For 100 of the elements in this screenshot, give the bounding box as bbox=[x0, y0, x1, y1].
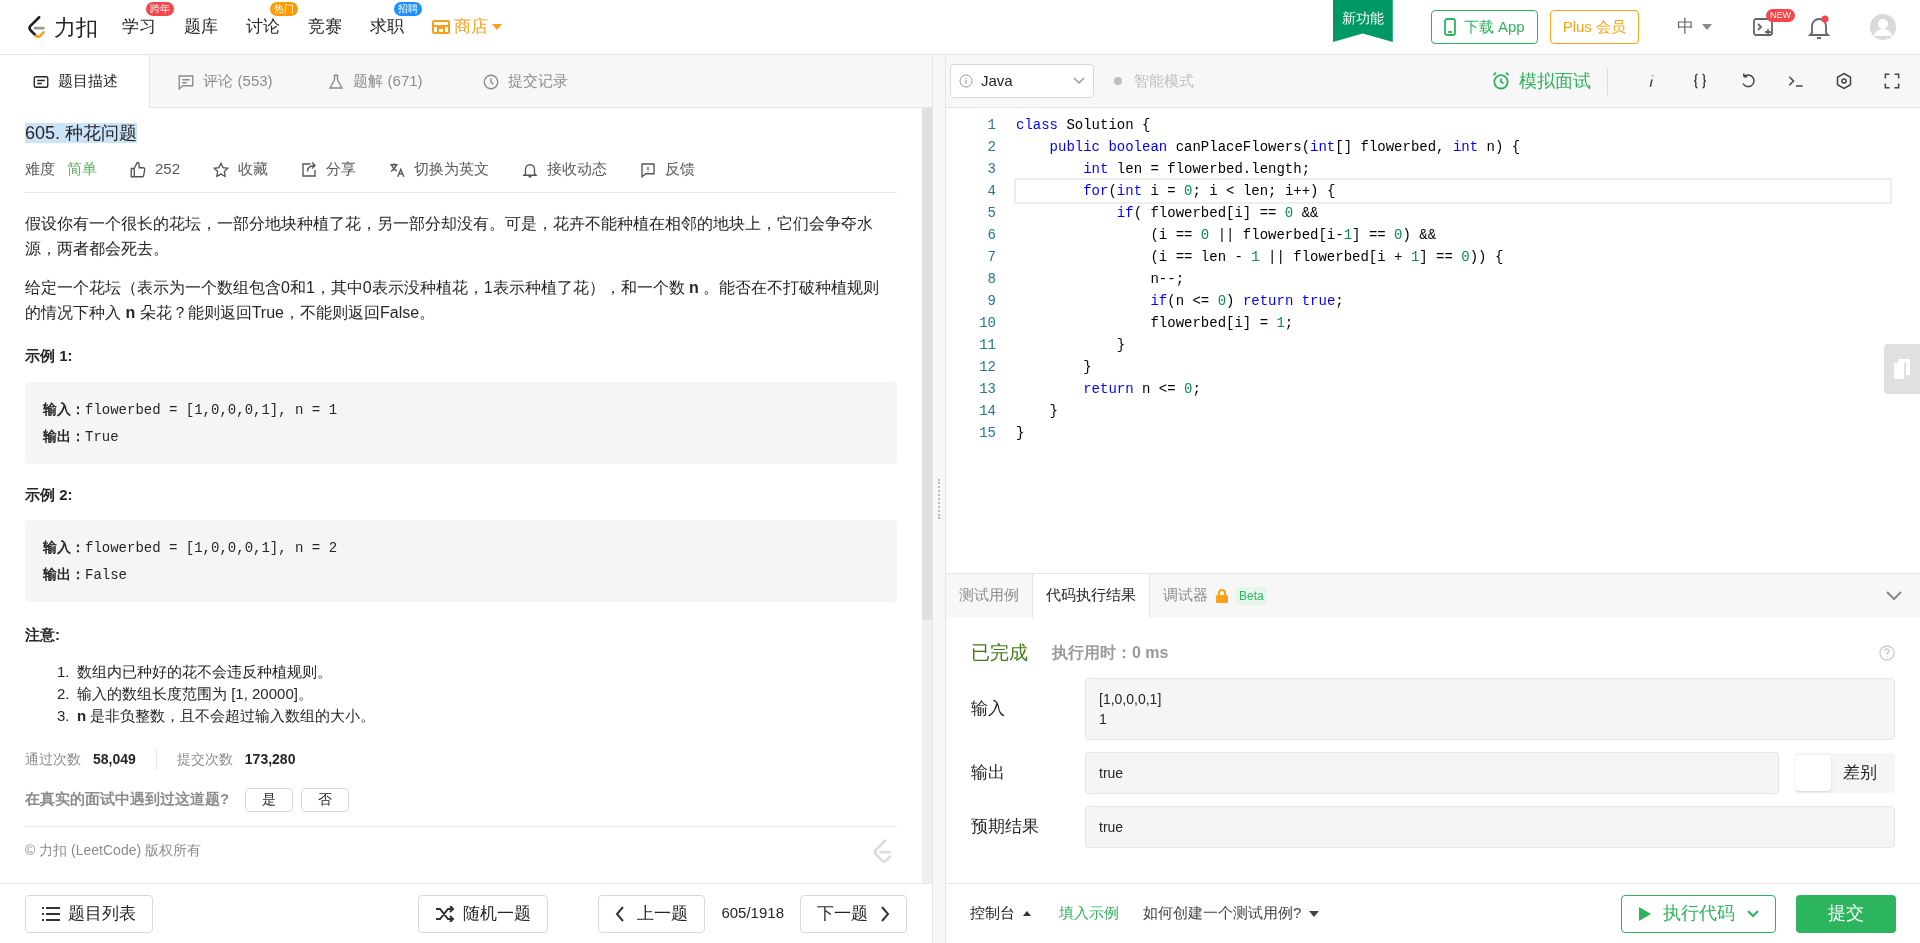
note-number: 1. bbox=[57, 661, 71, 682]
runtime-text: 执行用时：0 ms bbox=[1052, 643, 1170, 664]
line-number: 5 bbox=[986, 204, 996, 223]
nav-link[interactable]: 题库 bbox=[184, 17, 218, 37]
howto-dropdown[interactable]: 如何创建一个测试用例? bbox=[1143, 902, 1320, 925]
line-number: 1 bbox=[986, 116, 996, 135]
language-menu[interactable]: 中 bbox=[1677, 14, 1694, 40]
answer-button[interactable]: 是 bbox=[245, 787, 294, 812]
code-line: if(n <= 0) return true; bbox=[1149, 292, 1345, 311]
result-value: [1,0,0,0,1] 1 bbox=[1085, 677, 1895, 740]
language-select[interactable]: Java bbox=[950, 64, 1094, 98]
nav-link[interactable]: 学习 bbox=[122, 17, 156, 37]
translate-icon bbox=[388, 160, 407, 179]
note-text: 数组内已种好的花不会违反种植规则。 bbox=[77, 661, 332, 682]
code-line: return n <= 0; bbox=[1082, 380, 1202, 399]
code-line: n--; bbox=[1149, 270, 1186, 289]
result-value: true bbox=[1085, 805, 1895, 848]
line-number: 11 bbox=[978, 336, 996, 355]
line-number: 6 bbox=[986, 226, 996, 245]
play-icon bbox=[1638, 906, 1651, 921]
caret-up-icon bbox=[1023, 911, 1031, 916]
tab[interactable]: 题目描述 bbox=[0, 55, 150, 108]
problem-list-button[interactable]: 题目列表 bbox=[25, 894, 153, 933]
answer-button[interactable]: 否 bbox=[301, 787, 350, 812]
document-icon bbox=[1894, 359, 1910, 379]
stat-value: 173,280 bbox=[244, 749, 296, 769]
caret-icon bbox=[492, 24, 502, 30]
code-line: class Solution { bbox=[1016, 116, 1152, 135]
note-text: 输入的数组长度范围为 [1, 20000]。 bbox=[77, 683, 313, 704]
line-number: 12 bbox=[978, 358, 996, 377]
description-paragraph: 给定一个花坛（表示为一个数组包含0和1，其中0表示没种植花，1表示种植了花），和一个数 n 。能否在不打破种植规则的情况下种入 n 朵花？能则返回True，不能则返回False。 bbox=[25, 278, 881, 323]
code-line: } bbox=[1048, 402, 1059, 421]
beta-badge: Beta bbox=[1236, 586, 1267, 605]
line-number: 4 bbox=[986, 182, 996, 201]
code-line: } bbox=[1082, 358, 1093, 377]
stat-label: 通过次数 bbox=[25, 749, 81, 769]
nav-link[interactable]: 竞赛 bbox=[308, 17, 342, 37]
nav-badge: 跨年 bbox=[146, 2, 174, 17]
example-block: 输入：flowerbed = [1,0,0,0,1], n = 1 输出：True bbox=[25, 381, 897, 464]
action-button[interactable]: 收藏 bbox=[212, 158, 269, 181]
action-button[interactable]: 分享 bbox=[300, 158, 357, 181]
result-tab[interactable]: 代码执行结果 bbox=[1032, 573, 1150, 618]
splitter-handle[interactable] bbox=[938, 479, 940, 519]
new-feature-ribbon[interactable]: 新功能 bbox=[1332, 0, 1393, 42]
code-line: (i == len - 1 || flowerbed[i + 1] == 0)) { bbox=[1149, 248, 1505, 267]
example-heading: 示例 1: bbox=[25, 346, 74, 366]
settings-icon[interactable] bbox=[1834, 71, 1854, 91]
chevron-left-icon bbox=[615, 905, 626, 922]
list-icon bbox=[42, 906, 60, 921]
line-number: 14 bbox=[978, 402, 996, 421]
problem-position: 605/1918 bbox=[721, 903, 784, 924]
share-icon bbox=[300, 160, 319, 179]
caret-icon bbox=[1702, 24, 1712, 30]
copyright-text: © 力扣 (LeetCode) 版权所有 bbox=[25, 841, 202, 860]
line-number: 2 bbox=[986, 138, 996, 157]
chevron-down-icon[interactable] bbox=[1886, 590, 1902, 601]
like-button[interactable]: 252 bbox=[129, 158, 181, 181]
next-button[interactable]: 下一题 bbox=[800, 894, 907, 933]
line-number: 9 bbox=[986, 292, 996, 311]
difficulty-label: 难度 bbox=[25, 159, 55, 180]
console-toggle[interactable]: 控制台 bbox=[970, 902, 1031, 925]
notes-heading: 注意: bbox=[25, 625, 61, 645]
flask-icon bbox=[327, 72, 346, 91]
logo-text[interactable]: 力扣 bbox=[54, 10, 98, 44]
alarm-clock-icon bbox=[1491, 71, 1511, 91]
feedback-icon bbox=[639, 160, 658, 179]
fullscreen-icon[interactable] bbox=[1882, 71, 1902, 91]
code-line: public boolean canPlaceFlowers(int[] flowerbed, int n) { bbox=[1048, 138, 1522, 157]
code-line: flowerbed[i] = 1; bbox=[1149, 314, 1295, 333]
result-label: 输入 bbox=[971, 697, 1006, 720]
bell-icon[interactable] bbox=[1808, 15, 1830, 39]
action-button[interactable]: 接收动态 bbox=[521, 158, 608, 181]
code-line: } bbox=[1016, 424, 1026, 443]
star-icon bbox=[212, 160, 231, 179]
phone-icon bbox=[1443, 18, 1456, 36]
diff-toggle[interactable]: 差别 bbox=[1795, 752, 1895, 793]
note-text: n 是非负整数，且不会超过输入数组的大小。 bbox=[77, 705, 376, 726]
scrollbar-thumb[interactable] bbox=[922, 108, 932, 620]
nav-link[interactable]: 讨论 bbox=[246, 17, 280, 37]
problem-title: 605. 种花问题 bbox=[25, 123, 138, 143]
shop-icon bbox=[432, 19, 450, 35]
line-number: 13 bbox=[978, 380, 996, 399]
action-button[interactable]: 切换为英文 bbox=[388, 158, 490, 181]
code-line: (i == 0 || flowerbed[i-1] == 0) && bbox=[1149, 226, 1438, 245]
code-line: } bbox=[1115, 336, 1127, 355]
previous-button[interactable]: 上一题 bbox=[598, 894, 706, 933]
action-button[interactable]: 反馈 bbox=[639, 158, 696, 181]
chevron-down-icon bbox=[1073, 77, 1085, 85]
comment-icon bbox=[177, 72, 196, 91]
interview-question: 在真实的面试中遇到过这道题? bbox=[25, 789, 230, 810]
nav-badge: 热门 bbox=[270, 2, 298, 17]
code-line: int len = flowerbed.length; bbox=[1082, 160, 1312, 179]
line-number: 7 bbox=[986, 248, 996, 267]
info-icon bbox=[959, 74, 973, 88]
thumbs-up-icon bbox=[129, 160, 147, 179]
code-line: for(int i = 0; i < len; i++) { bbox=[1016, 180, 1890, 202]
nav-link[interactable]: 求职 bbox=[370, 17, 404, 37]
example-heading: 示例 2: bbox=[25, 484, 74, 505]
random-button[interactable]: 随机一题 bbox=[418, 894, 549, 933]
stat-value: 58,049 bbox=[93, 749, 136, 769]
